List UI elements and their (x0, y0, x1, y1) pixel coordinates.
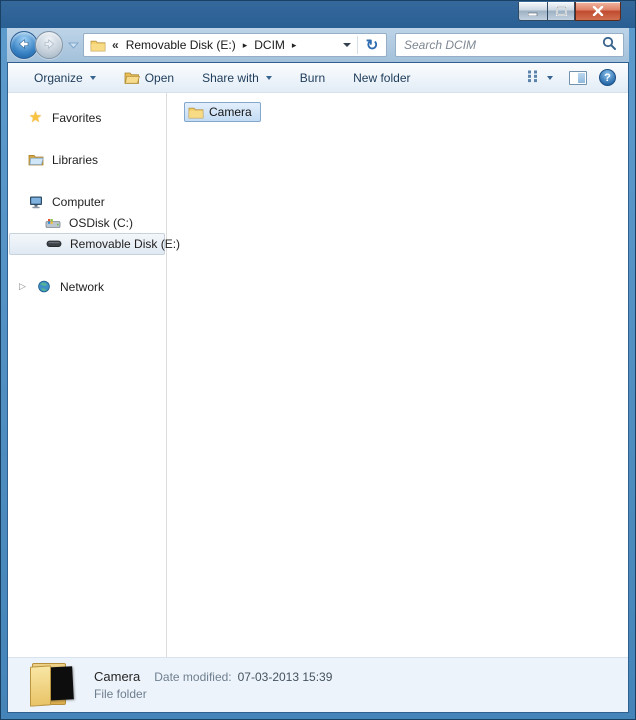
details-line-1: Camera Date modified: 07-03-2013 15:39 (94, 669, 332, 684)
sidebar-item-computer[interactable]: Computer (8, 191, 166, 212)
refresh-icon: ↻ (366, 38, 379, 53)
details-pane: Camera Date modified: 07-03-2013 15:39 F… (8, 657, 628, 712)
close-button[interactable] (575, 2, 621, 21)
chevron-down-icon (90, 76, 96, 80)
sidebar-item-libraries[interactable]: Libraries (8, 149, 166, 170)
breadcrumb-item-removable-disk[interactable]: Removable Disk (E:) (123, 36, 239, 54)
forward-button[interactable] (35, 31, 63, 59)
expander-icon[interactable]: ▷ (18, 281, 27, 292)
details-text: Camera Date modified: 07-03-2013 15:39 F… (94, 667, 332, 701)
sidebar-item-label: Favorites (52, 111, 101, 125)
star-icon: ★ (27, 110, 44, 125)
details-item-name: Camera (94, 669, 140, 684)
hard-drive-icon (44, 217, 61, 229)
sidebar-item-label: OSDisk (C:) (69, 216, 133, 230)
details-item-type: File folder (94, 687, 147, 701)
sidebar-item-favorites[interactable]: ★ Favorites (8, 107, 166, 128)
chevron-down-icon (266, 76, 272, 80)
organize-label: Organize (34, 71, 83, 85)
sidebar-item-removable-disk-e[interactable]: Removable Disk (E:) (9, 233, 165, 255)
open-button[interactable]: Open (118, 67, 180, 89)
breadcrumb-arrow-icon[interactable]: ▸ (239, 40, 252, 51)
breadcrumb-arrow-icon[interactable]: ▸ (288, 40, 301, 51)
content-row: ★ Favorites Libraries Computer (8, 93, 628, 657)
maximize-button[interactable] (547, 2, 575, 21)
help-button[interactable]: ? (599, 69, 616, 86)
selected-folder-icon (30, 661, 80, 707)
date-modified-label: Date modified: (154, 670, 231, 684)
share-with-label: Share with (202, 71, 259, 85)
network-icon (35, 280, 52, 293)
address-folder-icon (89, 39, 106, 52)
folder-front (30, 665, 51, 706)
explorer-window: « Removable Disk (E:) ▸ DCIM ▸ ↻ Organiz… (0, 0, 636, 720)
search-icon[interactable] (602, 36, 617, 54)
client-area: Organize Open Share with Burn New folder (7, 62, 629, 713)
command-toolbar: Organize Open Share with Burn New folder (8, 63, 628, 93)
back-arrow-icon (16, 36, 32, 55)
sidebar-item-label: Computer (52, 195, 105, 209)
organize-button[interactable]: Organize (28, 67, 102, 89)
file-list-pane[interactable]: Camera (167, 93, 628, 657)
folder-icon (188, 106, 204, 119)
chevron-down-icon (547, 76, 553, 80)
share-with-button[interactable]: Share with (196, 67, 278, 89)
navigation-bar: « Removable Disk (E:) ▸ DCIM ▸ ↻ (7, 28, 629, 62)
change-view-button[interactable] (522, 65, 557, 90)
title-bar (1, 1, 635, 28)
removable-drive-icon (45, 240, 62, 248)
breadcrumb-item-dcim[interactable]: DCIM (251, 36, 288, 54)
minimize-icon (528, 7, 538, 16)
breadcrumb-overflow-chevron[interactable]: « (112, 38, 119, 52)
search-box[interactable] (395, 33, 624, 57)
burn-label: Burn (300, 71, 325, 85)
minimize-button[interactable] (518, 2, 547, 21)
file-item-camera[interactable]: Camera (184, 102, 261, 122)
computer-icon (27, 195, 44, 209)
open-label: Open (145, 71, 174, 85)
forward-arrow-icon (41, 36, 57, 55)
close-icon (592, 6, 604, 16)
toolbar-right-group: ? (522, 65, 616, 90)
help-icon: ? (604, 72, 611, 84)
maximize-icon (556, 6, 567, 16)
date-modified-value: 07-03-2013 15:39 (238, 670, 333, 684)
new-folder-label: New folder (353, 71, 410, 85)
file-item-label: Camera (209, 105, 252, 119)
views-grid-icon (526, 69, 540, 86)
sidebar-item-network[interactable]: ▷ Network (8, 276, 166, 297)
preview-pane-icon (578, 73, 585, 83)
new-folder-button[interactable]: New folder (347, 67, 416, 89)
refresh-button[interactable]: ↻ (360, 35, 384, 55)
details-line-2: File folder (94, 687, 332, 701)
back-button[interactable] (10, 31, 38, 59)
sidebar-item-label: Network (60, 280, 104, 294)
search-input[interactable] (404, 38, 602, 52)
addressbar-divider (357, 36, 358, 54)
burn-button[interactable]: Burn (294, 67, 331, 89)
address-bar[interactable]: « Removable Disk (E:) ▸ DCIM ▸ ↻ (83, 33, 387, 57)
libraries-icon (27, 153, 44, 166)
sidebar-item-label: Removable Disk (E:) (70, 237, 180, 251)
caption-buttons (518, 2, 621, 21)
sidebar-item-label: Libraries (52, 153, 98, 167)
recent-pages-dropdown[interactable] (68, 38, 79, 52)
preview-pane-button[interactable] (569, 71, 587, 85)
open-folder-icon (124, 71, 140, 84)
navigation-pane: ★ Favorites Libraries Computer (8, 93, 167, 657)
address-dropdown-icon[interactable] (343, 43, 351, 47)
sidebar-item-osdisk-c[interactable]: OSDisk (C:) (8, 212, 166, 233)
